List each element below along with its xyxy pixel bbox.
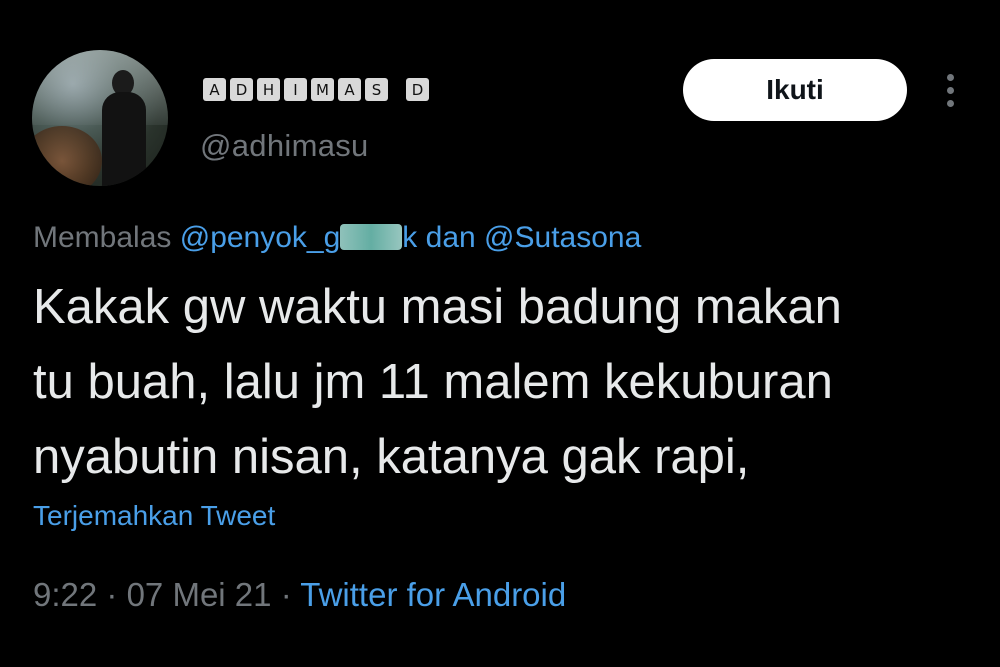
avatar-person-body [102, 92, 146, 186]
tweet-screen: A D H I M A S D @adhimasu Ikuti Membalas… [0, 0, 1000, 667]
display-name-letter: A [338, 78, 361, 101]
avatar-foliage [32, 126, 102, 186]
replying-to-connector: dan [425, 221, 476, 254]
mention-link-2[interactable]: @Sutasona [484, 221, 641, 254]
meta-separator: · [280, 576, 292, 613]
display-name[interactable]: A D H I M A S D [203, 78, 429, 101]
display-name-letter: D [406, 78, 429, 101]
avatar-person [102, 70, 146, 186]
more-vertical-icon[interactable] [935, 68, 965, 112]
avatar-smoke-haze [32, 50, 168, 125]
more-dot [946, 86, 954, 94]
meta-separator: · [106, 576, 118, 613]
replying-to: Membalas @penyok_g k dan @Sutasona [33, 221, 641, 255]
tweet-line: nyabutin nisan, katanya gak rapi, [33, 430, 750, 484]
mention-1-end: k [402, 221, 418, 254]
display-name-space [392, 78, 402, 101]
avatar[interactable] [32, 50, 168, 186]
display-name-letter: M [311, 78, 334, 101]
display-name-letter: H [257, 78, 280, 101]
redaction-blur [340, 224, 403, 250]
tweet-line: Kakak gw waktu masi badung makan [33, 280, 842, 334]
mention-1-start: @penyok_g [179, 221, 341, 254]
tweet-body: Kakak gw waktu masi badung makan tu buah… [33, 270, 973, 495]
display-name-letter: I [284, 78, 307, 101]
user-handle[interactable]: @adhimasu [200, 128, 369, 164]
display-name-letter: A [203, 78, 226, 101]
tweet-line: tu buah, lalu jm 11 malem kekuburan [33, 355, 833, 409]
tweet-time[interactable]: 9:22 [33, 576, 97, 613]
translate-tweet-link[interactable]: Terjemahkan Tweet [33, 500, 275, 532]
tweet-date[interactable]: 07 Mei 21 [127, 576, 272, 613]
more-dot [946, 73, 954, 81]
follow-button[interactable]: Ikuti [683, 59, 907, 121]
more-dot [946, 99, 954, 107]
display-name-letter: D [230, 78, 253, 101]
tweet-meta: 9:22 · 07 Mei 21 · Twitter for Android [33, 576, 566, 614]
replying-to-prefix: Membalas [33, 221, 172, 254]
mention-link-1[interactable]: @penyok_g k [180, 221, 418, 254]
tweet-source-link[interactable]: Twitter for Android [300, 576, 566, 613]
display-name-letter: S [365, 78, 388, 101]
